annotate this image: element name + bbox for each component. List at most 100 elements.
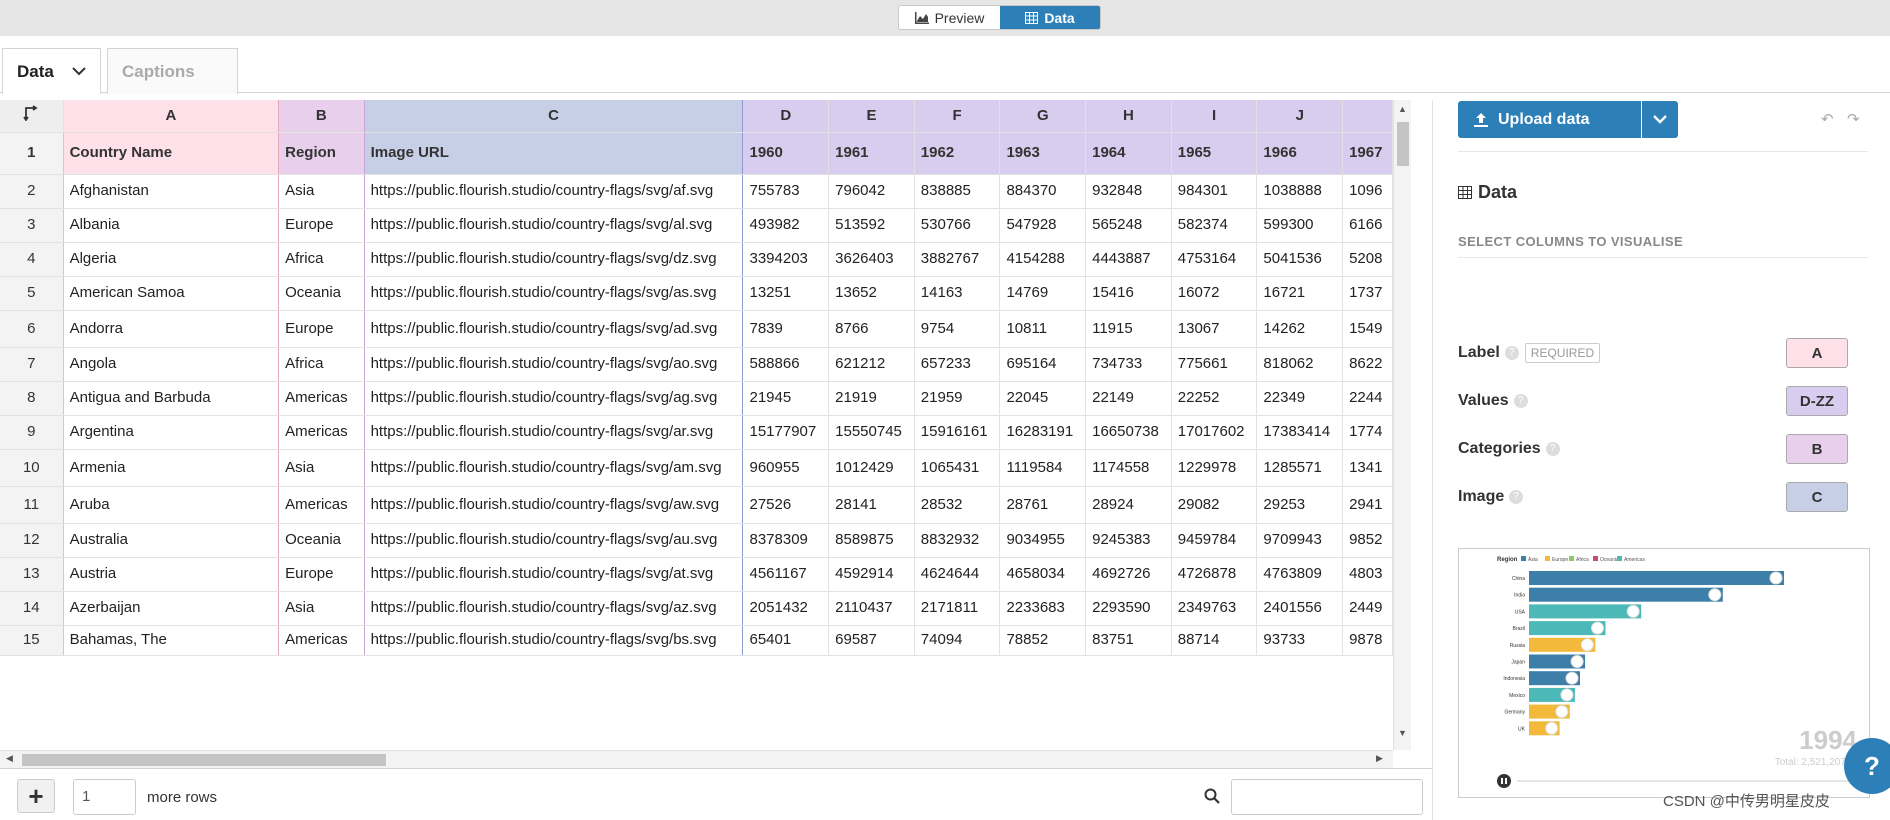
table-cell[interactable]: 16650738 <box>1085 415 1172 450</box>
table-cell[interactable]: 74094 <box>914 625 1001 656</box>
table-cell[interactable]: 21919 <box>828 381 915 416</box>
column-selector[interactable]: D-ZZ <box>1786 386 1848 416</box>
table-cell[interactable]: Africa <box>278 347 365 382</box>
undo-icon[interactable]: ↶ <box>1821 110 1834 128</box>
table-cell[interactable]: Albania <box>63 208 280 243</box>
table-cell[interactable]: 4561167 <box>742 557 830 592</box>
table-cell[interactable]: Austria <box>63 557 280 592</box>
table-cell[interactable]: 8766 <box>828 310 915 348</box>
column-selector[interactable]: A <box>1786 338 1848 368</box>
table-cell[interactable]: https://public.flourish.studio/country-f… <box>364 591 744 626</box>
table-cell[interactable]: 599300 <box>1256 208 1344 243</box>
table-cell[interactable]: 755783 <box>742 174 830 209</box>
table-cell[interactable]: 1963 <box>999 132 1087 175</box>
table-cell[interactable]: 27526 <box>742 486 830 524</box>
table-cell[interactable]: 1341 <box>1342 449 1393 487</box>
table-cell[interactable]: 9852 <box>1342 523 1393 558</box>
table-cell[interactable]: 4624644 <box>914 557 1001 592</box>
column-header[interactable]: B <box>278 100 365 133</box>
table-cell[interactable]: https://public.flourish.studio/country-f… <box>364 310 744 348</box>
table-cell[interactable]: 4753164 <box>1171 242 1258 277</box>
table-cell[interactable]: Europe <box>278 557 365 592</box>
upload-options-button[interactable] <box>1642 101 1678 138</box>
table-cell[interactable]: 5208 <box>1342 242 1393 277</box>
column-header[interactable]: J <box>1256 100 1344 133</box>
table-cell[interactable]: 1774 <box>1342 415 1393 450</box>
table-cell[interactable]: https://public.flourish.studio/country-f… <box>364 174 744 209</box>
preview-toggle-button[interactable]: Preview <box>899 6 1000 29</box>
table-cell[interactable]: 11915 <box>1085 310 1172 348</box>
table-cell[interactable]: 1549 <box>1342 310 1393 348</box>
table-cell[interactable]: 17383414 <box>1256 415 1344 450</box>
add-rows-button[interactable]: + <box>17 779 55 813</box>
table-cell[interactable]: 15550745 <box>828 415 915 450</box>
table-cell[interactable]: Aruba <box>63 486 280 524</box>
table-cell[interactable]: https://public.flourish.studio/country-f… <box>364 523 744 558</box>
table-cell[interactable]: 17017602 <box>1171 415 1258 450</box>
table-cell[interactable]: Europe <box>278 208 365 243</box>
scroll-left-icon[interactable]: ◀ <box>6 753 13 764</box>
table-cell[interactable]: Americas <box>278 625 365 656</box>
column-header[interactable]: E <box>828 100 915 133</box>
table-cell[interactable]: 22045 <box>999 381 1087 416</box>
rows-count-input[interactable]: 1 <box>73 779 136 815</box>
table-cell[interactable]: Oceania <box>278 276 365 311</box>
table-cell[interactable]: 8378309 <box>742 523 830 558</box>
table-cell[interactable]: 695164 <box>999 347 1087 382</box>
table-cell[interactable]: 588866 <box>742 347 830 382</box>
table-cell[interactable]: 2941 <box>1342 486 1393 524</box>
table-cell[interactable]: https://public.flourish.studio/country-f… <box>364 276 744 311</box>
table-cell[interactable]: Asia <box>278 174 365 209</box>
table-cell[interactable]: 984301 <box>1171 174 1258 209</box>
table-cell[interactable]: 932848 <box>1085 174 1172 209</box>
column-header[interactable]: F <box>914 100 1001 133</box>
table-cell[interactable]: 10811 <box>999 310 1087 348</box>
table-cell[interactable]: 1012429 <box>828 449 915 487</box>
table-cell[interactable]: Asia <box>278 449 365 487</box>
table-cell[interactable]: Australia <box>63 523 280 558</box>
table-cell[interactable]: 13652 <box>828 276 915 311</box>
table-cell[interactable]: 28924 <box>1085 486 1172 524</box>
help-icon[interactable]: ? <box>1509 490 1524 504</box>
sort-corner-icon[interactable] <box>0 100 64 133</box>
table-cell[interactable]: 1737 <box>1342 276 1393 311</box>
scroll-up-icon[interactable]: ▲ <box>1398 104 1407 114</box>
table-cell[interactable]: Azerbaijan <box>63 591 280 626</box>
row-number[interactable]: 11 <box>0 486 64 524</box>
table-cell[interactable]: 582374 <box>1171 208 1258 243</box>
table-cell[interactable]: https://public.flourish.studio/country-f… <box>364 381 744 416</box>
table-cell[interactable]: Bahamas, The <box>63 625 280 656</box>
table-cell[interactable]: 83751 <box>1085 625 1172 656</box>
tab-data[interactable]: Data <box>2 48 101 94</box>
table-cell[interactable]: 29253 <box>1256 486 1344 524</box>
table-cell[interactable]: https://public.flourish.studio/country-f… <box>364 625 744 656</box>
table-cell[interactable]: 2233683 <box>999 591 1087 626</box>
column-header[interactable]: I <box>1171 100 1258 133</box>
table-cell[interactable]: 960955 <box>742 449 830 487</box>
table-cell[interactable]: 16072 <box>1171 276 1258 311</box>
table-cell[interactable]: 775661 <box>1171 347 1258 382</box>
table-cell[interactable]: 3882767 <box>914 242 1001 277</box>
table-cell[interactable]: 8589875 <box>828 523 915 558</box>
column-header[interactable]: H <box>1085 100 1172 133</box>
table-cell[interactable]: 65401 <box>742 625 830 656</box>
table-cell[interactable]: 4658034 <box>999 557 1087 592</box>
table-cell[interactable]: 1961 <box>828 132 915 175</box>
table-cell[interactable]: https://public.flourish.studio/country-f… <box>364 347 744 382</box>
table-cell[interactable]: Algeria <box>63 242 280 277</box>
table-cell[interactable]: 2449 <box>1342 591 1393 626</box>
table-cell[interactable]: https://public.flourish.studio/country-f… <box>364 557 744 592</box>
table-cell[interactable]: 13067 <box>1171 310 1258 348</box>
table-cell[interactable]: 1096 <box>1342 174 1393 209</box>
table-cell[interactable]: 93733 <box>1256 625 1344 656</box>
chart-preview-thumbnail[interactable]: Region Asia Europe Africa Oceania Americas Chi… <box>1458 548 1870 798</box>
row-number[interactable]: 12 <box>0 523 64 558</box>
table-cell[interactable]: https://public.flourish.studio/country-f… <box>364 486 744 524</box>
table-cell[interactable]: Europe <box>278 310 365 348</box>
table-cell[interactable]: 5041536 <box>1256 242 1344 277</box>
row-number[interactable]: 7 <box>0 347 64 382</box>
column-selector[interactable]: B <box>1786 434 1848 464</box>
table-cell[interactable]: 28141 <box>828 486 915 524</box>
table-cell[interactable]: Angola <box>63 347 280 382</box>
row-number[interactable]: 6 <box>0 310 64 348</box>
